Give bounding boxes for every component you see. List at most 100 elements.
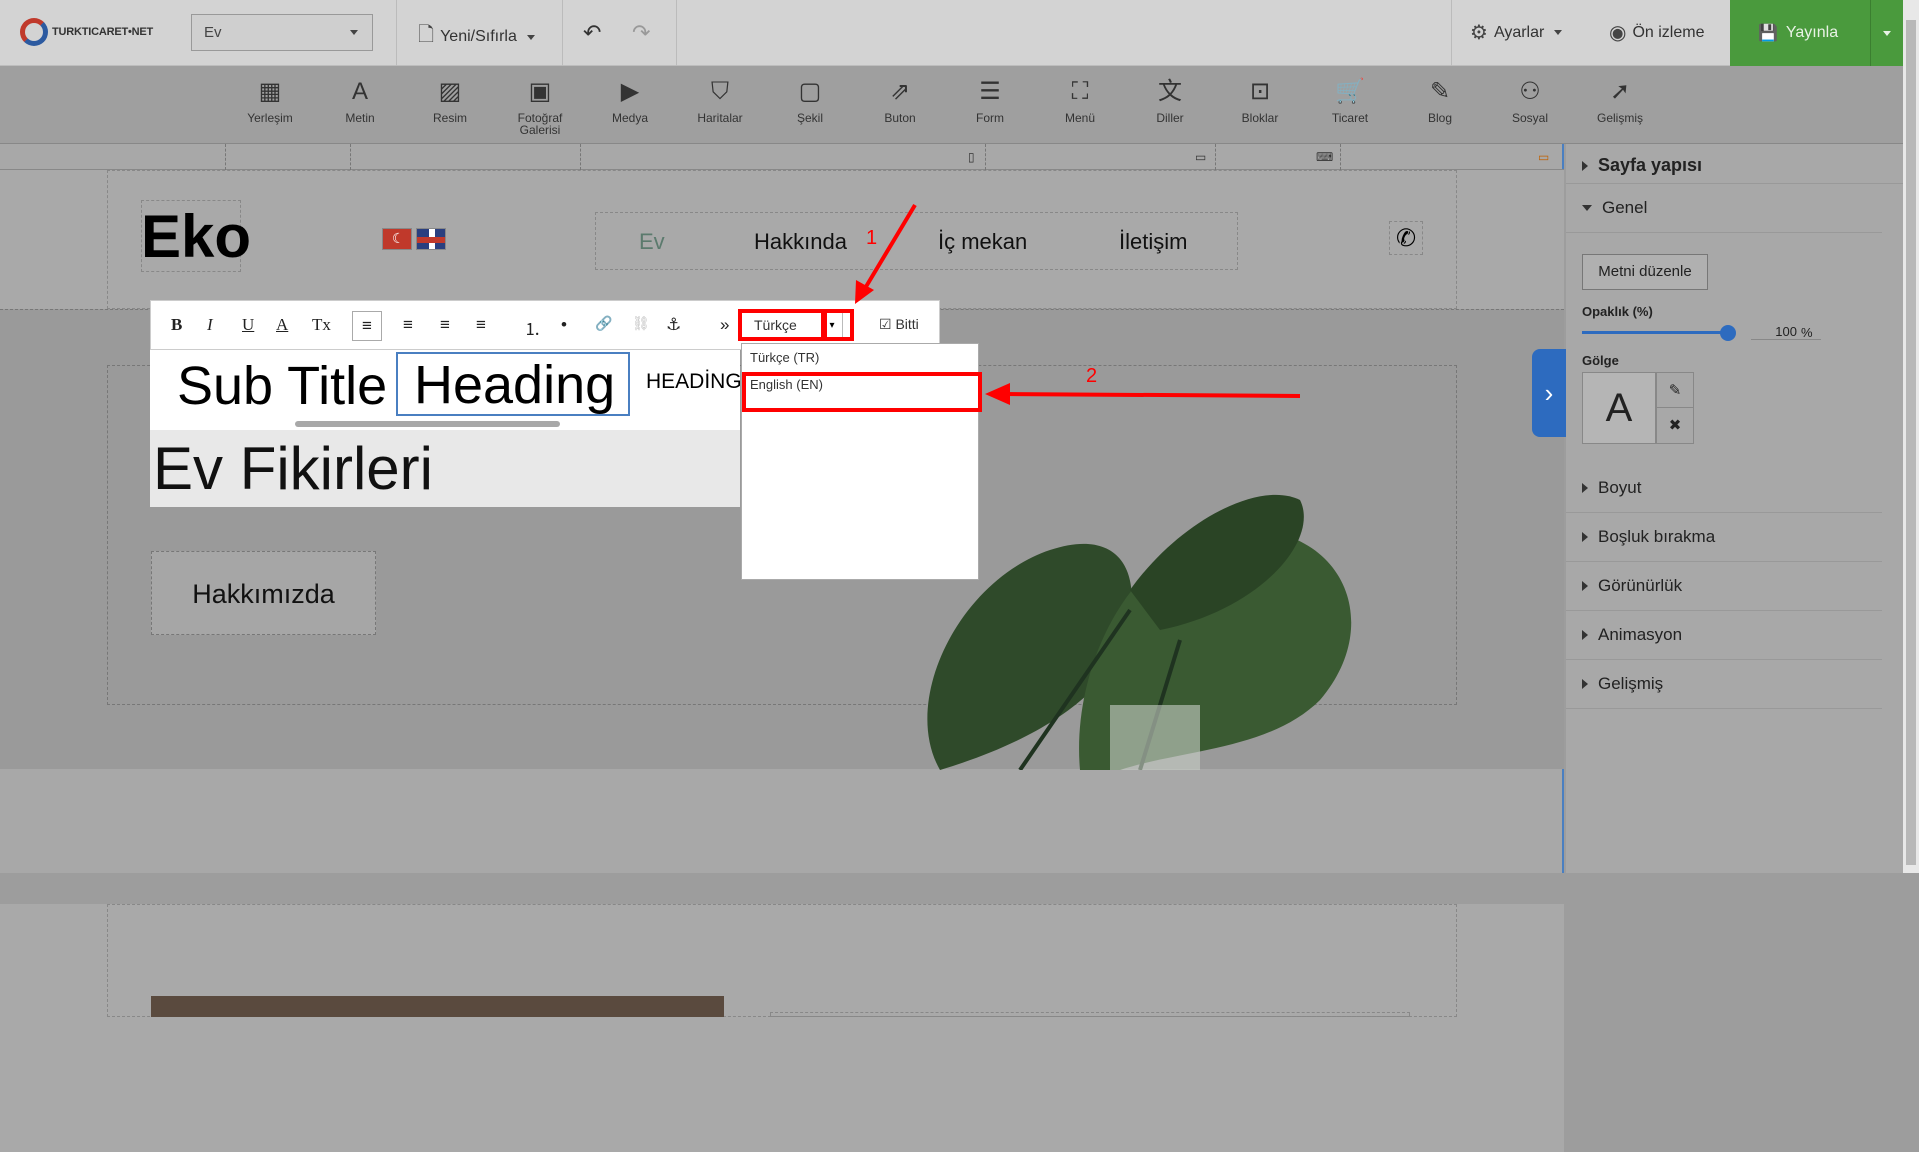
- new-reset-button[interactable]: 🗋 Yeni/Sıfırla: [418, 20, 535, 54]
- editor-line-1[interactable]: Sub Title Heading HEADİNG: [150, 350, 740, 430]
- save-icon: 💾: [1758, 25, 1778, 42]
- unlink-icon[interactable]: ⛓: [632, 315, 650, 332]
- expand-panel-tab[interactable]: ›: [1532, 349, 1566, 437]
- align-right-button[interactable]: ≡: [440, 315, 450, 335]
- nav-item-ev[interactable]: Ev: [639, 229, 665, 255]
- tool-rocket[interactable]: ➚ Gelişmiş: [1580, 78, 1660, 124]
- section-item[interactable]: Boşluk bırakma: [1566, 513, 1882, 562]
- align-center-button[interactable]: ≡: [403, 315, 413, 335]
- clear-format-button[interactable]: Tx: [312, 315, 331, 335]
- edit-text-button[interactable]: Metni düzenle: [1582, 254, 1708, 290]
- language-option-tr[interactable]: Türkçe (TR): [750, 350, 819, 365]
- section-label: Boyut: [1598, 478, 1642, 497]
- opacity-slider-handle[interactable]: [1720, 325, 1736, 341]
- tool-shape[interactable]: ▢ Şekil: [770, 78, 850, 124]
- nav-item-iletisim[interactable]: İletişim: [1119, 229, 1187, 255]
- tool-label: Medya: [611, 111, 649, 125]
- opacity-slider[interactable]: [1582, 331, 1727, 334]
- tool-image[interactable]: ▨ Resim: [410, 78, 490, 124]
- tool-blog[interactable]: ✎ Blog: [1400, 78, 1480, 124]
- italic-button[interactable]: I: [207, 315, 213, 335]
- top-bar: TURKTICARET•NET Ev 🗋 Yeni/Sıfırla ↶ ↷ ⚙ …: [0, 0, 1903, 66]
- shadow-preview[interactable]: A: [1582, 372, 1656, 444]
- ruler-divider: [350, 144, 351, 170]
- tool-button[interactable]: ⇗ Buton: [860, 78, 940, 124]
- language-icon: 文: [1158, 78, 1182, 105]
- tool-label: Diller: [1156, 111, 1184, 125]
- redo-button[interactable]: ↷: [632, 20, 650, 46]
- chevron-down-icon: [526, 34, 535, 40]
- align-left-button[interactable]: ≡: [352, 311, 382, 341]
- tool-map[interactable]: ⛉ Haritalar: [680, 78, 760, 124]
- tool-social[interactable]: ⚇ Sosyal: [1490, 78, 1570, 124]
- about-button[interactable]: Hakkımızda: [151, 551, 376, 635]
- publish-button[interactable]: 💾 Yayınla: [1730, 0, 1870, 66]
- done-label: Bitti: [895, 316, 919, 332]
- section-item[interactable]: Boyut: [1566, 464, 1882, 513]
- tool-text[interactable]: A Metin: [320, 78, 400, 124]
- uk-flag-icon[interactable]: [416, 228, 446, 250]
- nav-item-ic-mekan[interactable]: İç mekan: [938, 229, 1027, 255]
- eye-icon: ◉: [1609, 22, 1627, 44]
- section-general[interactable]: Genel: [1566, 184, 1882, 233]
- divider: [676, 0, 677, 66]
- tool-gallery[interactable]: ▣ Fotoğraf Galerisi: [500, 78, 580, 136]
- ordered-list-button[interactable]: ⒈: [524, 315, 541, 340]
- more-button[interactable]: »: [720, 315, 729, 335]
- section-item[interactable]: Gelişmiş: [1566, 660, 1882, 709]
- tool-cart[interactable]: 🛒 Ticaret: [1310, 78, 1390, 124]
- site-brand[interactable]: Eko: [141, 202, 251, 271]
- hero-title[interactable]: Ev Fikirleri: [153, 434, 433, 503]
- close-icon[interactable]: ✖: [1657, 408, 1693, 443]
- heading-text[interactable]: Heading: [396, 352, 630, 416]
- opacity-label: Opaklık (%): [1582, 304, 1653, 319]
- tool-layout[interactable]: ▦ Yerleşim: [230, 78, 310, 124]
- tool-label: Haritalar: [697, 111, 743, 125]
- anchor-icon[interactable]: ⚓: [666, 315, 681, 335]
- tablet-icon[interactable]: ▭: [1195, 150, 1206, 164]
- tool-menu[interactable]: ⛶ Menü: [1040, 78, 1120, 124]
- tool-language[interactable]: 文 Diller: [1130, 78, 1210, 124]
- turkey-flag-icon[interactable]: [382, 228, 412, 250]
- laptop-icon[interactable]: ⌨: [1316, 150, 1333, 164]
- pencil-icon[interactable]: ✎: [1657, 373, 1693, 408]
- publish-dropdown-button[interactable]: [1870, 0, 1903, 66]
- bold-button[interactable]: B: [171, 315, 182, 335]
- page-scrollbar[interactable]: [1903, 0, 1919, 873]
- preview-button[interactable]: ◉ Ön izleme: [1609, 20, 1704, 45]
- page-structure-header[interactable]: Sayfa yapısı: [1566, 144, 1903, 184]
- align-justify-button[interactable]: ≡: [476, 315, 486, 335]
- bullet-list-button[interactable]: •: [561, 315, 567, 335]
- heading-caps-text[interactable]: HEADİNG: [646, 370, 740, 394]
- text-color-button[interactable]: A: [276, 315, 288, 335]
- tool-label: Sosyal: [1511, 111, 1549, 125]
- gallery-icon: ▣: [528, 78, 552, 105]
- section-item[interactable]: Görünürlük: [1566, 562, 1882, 611]
- tool-media[interactable]: ▶ Medya: [590, 78, 670, 124]
- editor-line-2[interactable]: Ev Fikirleri: [150, 430, 740, 507]
- rocket-icon: ➚: [1609, 78, 1631, 105]
- underline-button[interactable]: U: [242, 315, 254, 335]
- mobile-icon[interactable]: ▯: [968, 150, 975, 164]
- logo[interactable]: TURKTICARET•NET: [20, 18, 153, 46]
- horizontal-scrollbar[interactable]: [295, 421, 560, 427]
- section-item[interactable]: Animasyon: [1566, 611, 1882, 660]
- opacity-value: 100: [1775, 324, 1797, 339]
- tool-label: Blog: [1427, 111, 1453, 125]
- section-label: Gelişmiş: [1598, 674, 1664, 693]
- page-select[interactable]: Ev: [191, 14, 373, 51]
- desktop-icon[interactable]: ▭: [1538, 150, 1549, 164]
- tool-blocks[interactable]: ⊡ Bloklar: [1220, 78, 1300, 124]
- lower-section: [0, 904, 1564, 1152]
- link-icon[interactable]: 🔗: [595, 315, 612, 332]
- annotation-box-1b: [823, 309, 854, 341]
- tool-form[interactable]: ☰ Form: [950, 78, 1030, 124]
- undo-button[interactable]: ↶: [583, 20, 601, 46]
- scrollbar-thumb[interactable]: [1906, 20, 1916, 865]
- sub-title-text[interactable]: Sub Title: [177, 355, 387, 417]
- nav-item-hakkinda[interactable]: Hakkında: [754, 229, 847, 255]
- settings-button[interactable]: ⚙ Ayarlar: [1470, 20, 1563, 45]
- divider: [396, 0, 397, 66]
- done-button[interactable]: ☑ Bitti: [879, 316, 919, 333]
- phone-icon[interactable]: ✆: [1389, 221, 1423, 255]
